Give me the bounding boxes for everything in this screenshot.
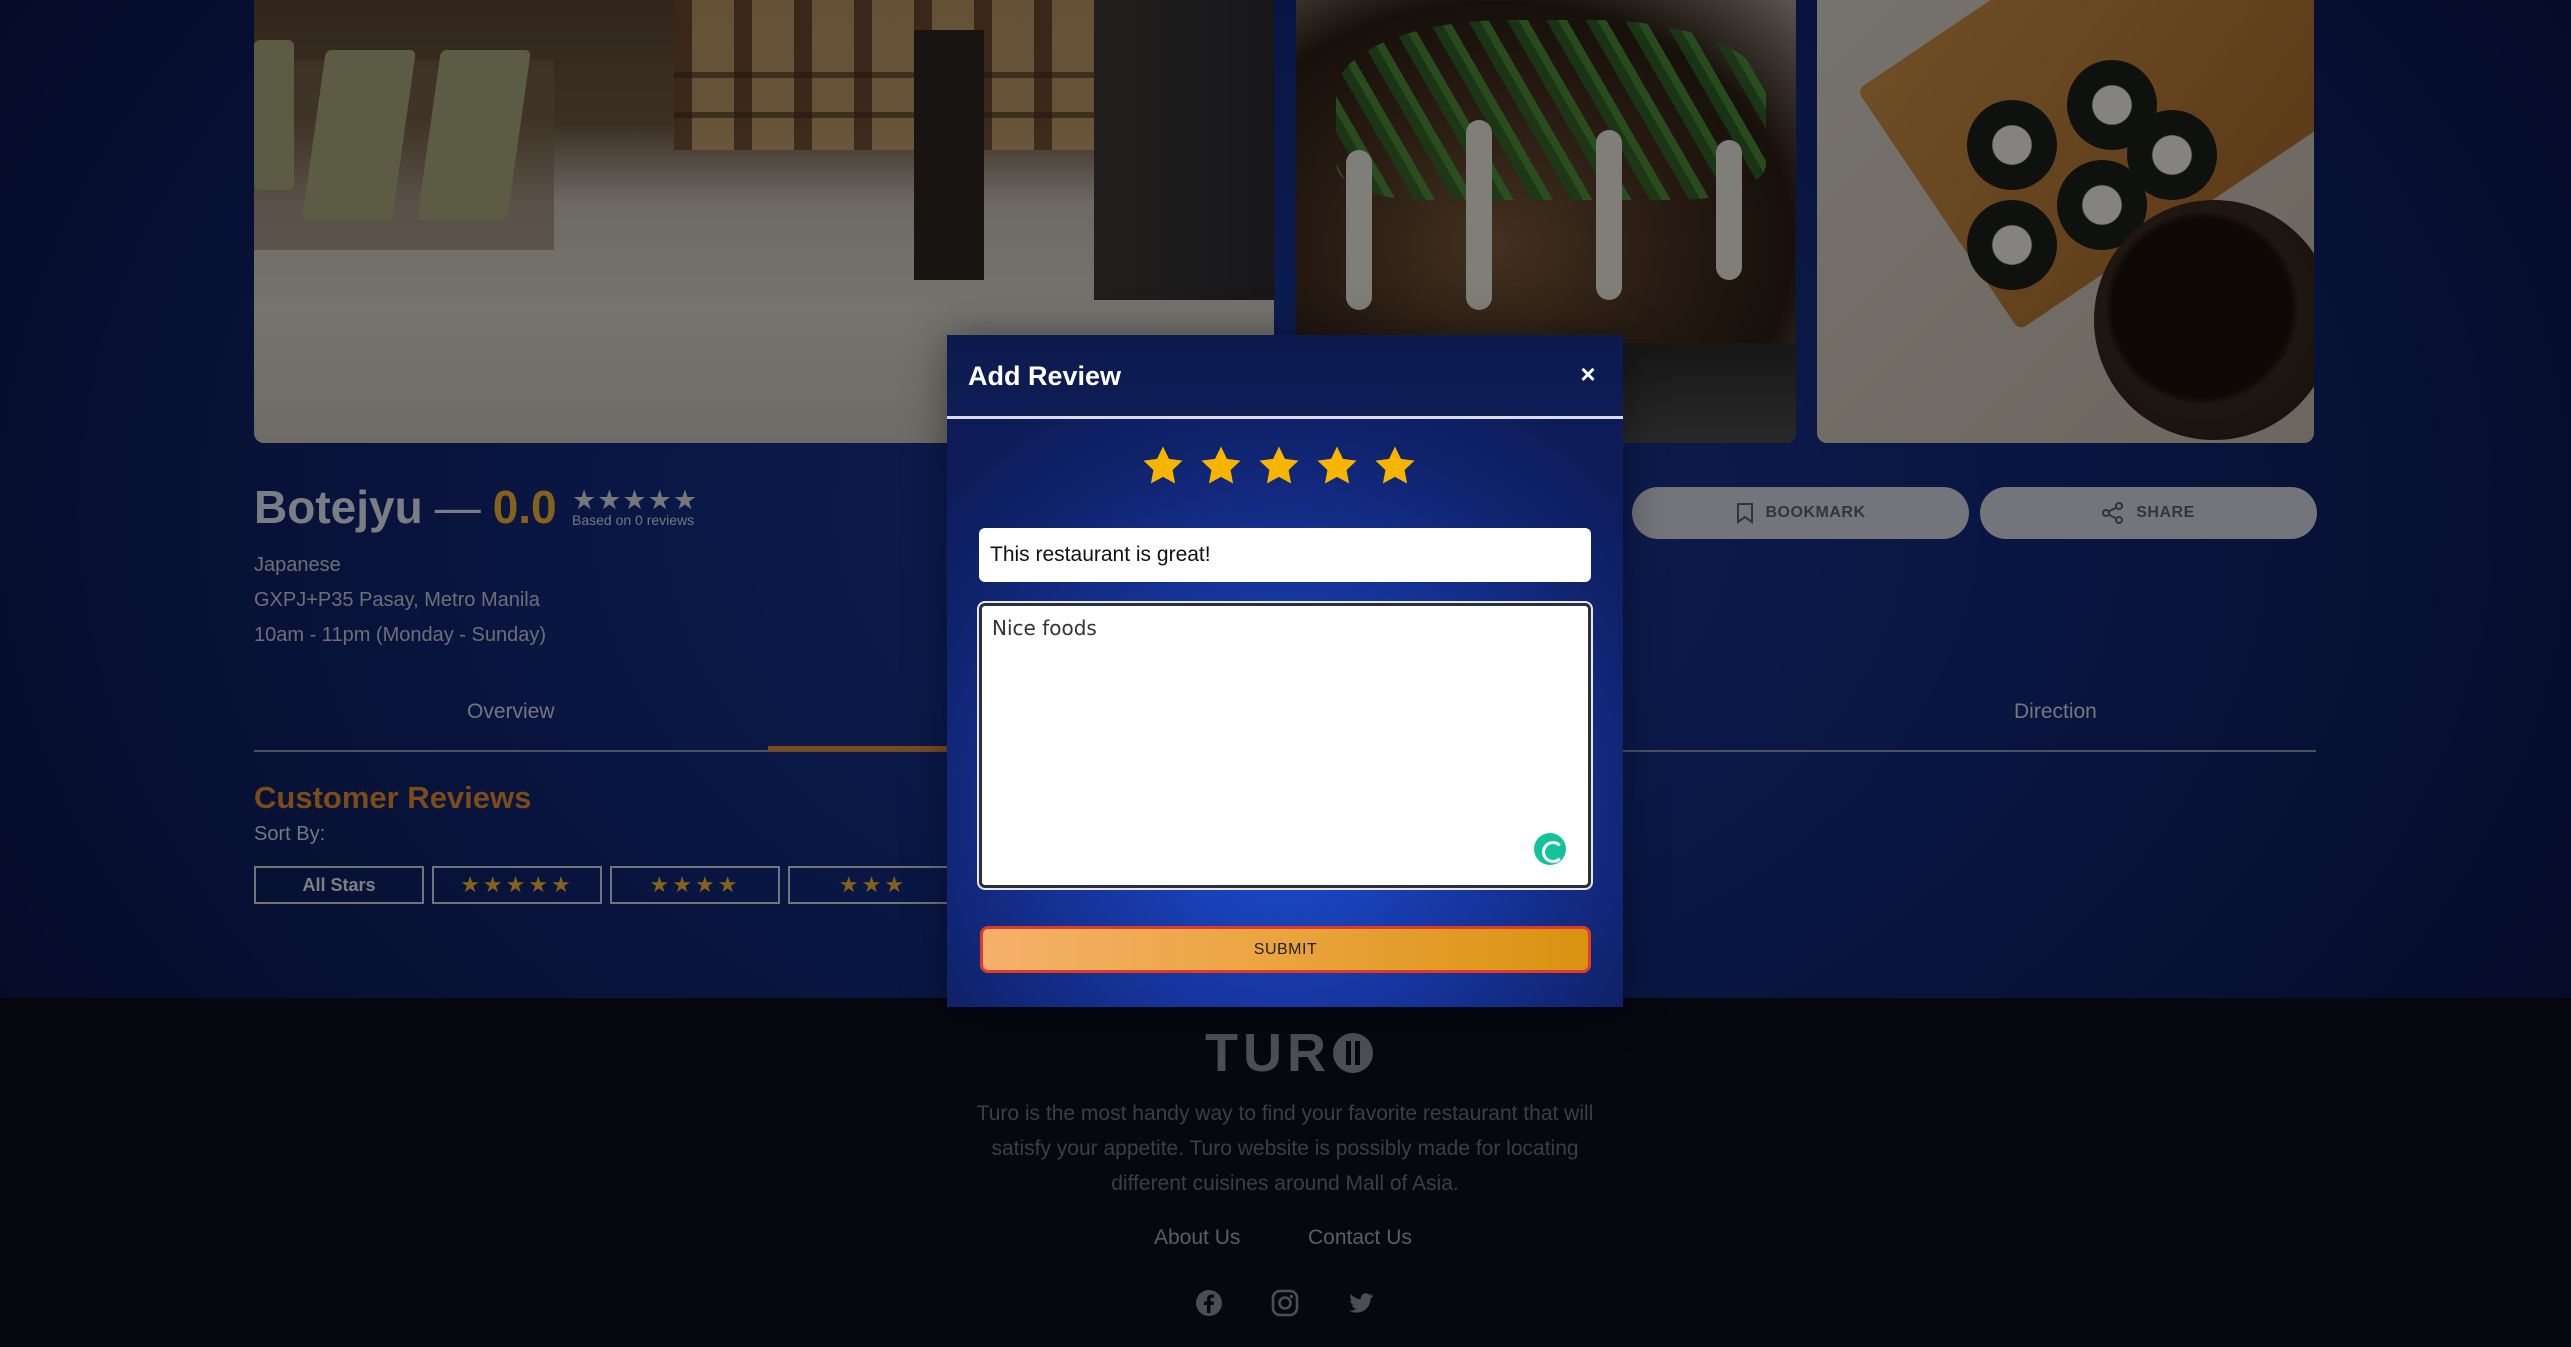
submit-button[interactable]: SUBMIT xyxy=(980,926,1591,973)
grammarly-icon[interactable] xyxy=(1534,833,1566,865)
modal-header: Add Review × xyxy=(947,335,1623,419)
star-icon[interactable] xyxy=(1372,443,1418,489)
add-review-modal: Add Review × Nice foods SUBMIT xyxy=(947,335,1623,1007)
star-icon[interactable] xyxy=(1198,443,1244,489)
star-icon[interactable] xyxy=(1140,443,1186,489)
close-icon[interactable]: × xyxy=(1575,361,1601,387)
modal-title: Add Review xyxy=(968,361,1122,391)
review-body-textarea[interactable]: Nice foods xyxy=(977,601,1593,890)
star-rating-input[interactable] xyxy=(1140,443,1418,489)
review-title-input[interactable] xyxy=(979,528,1591,582)
star-icon[interactable] xyxy=(1256,443,1302,489)
star-icon[interactable] xyxy=(1314,443,1360,489)
